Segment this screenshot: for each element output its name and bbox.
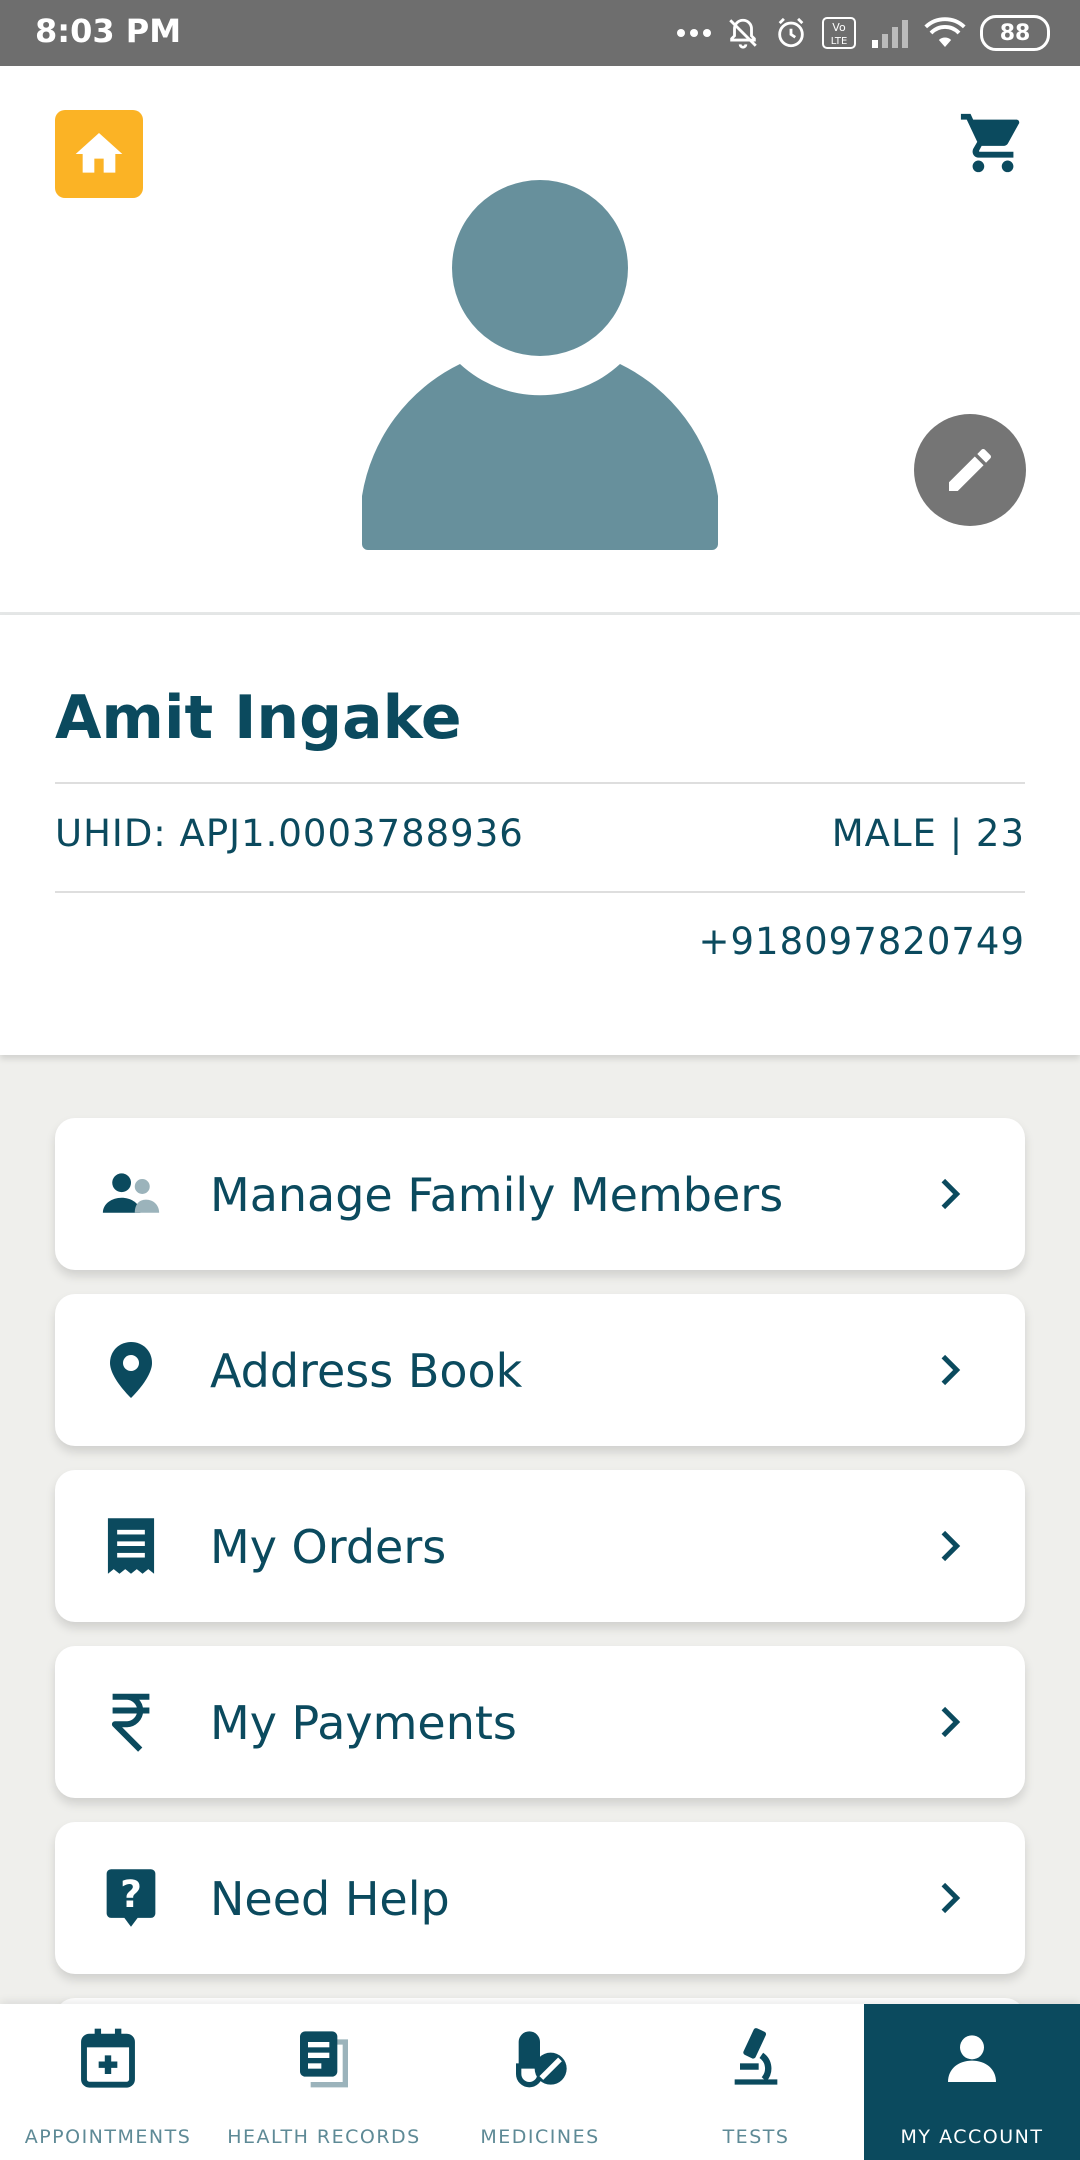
health-records-icon [300, 2031, 348, 2088]
chevron-right-icon [941, 1354, 961, 1386]
microscope-icon [734, 2028, 778, 2085]
tab-label: MY ACCOUNT [900, 2126, 1044, 2148]
tab-my-account[interactable]: MY ACCOUNT [864, 2004, 1080, 2160]
cart-icon [960, 113, 1020, 173]
help-icon: ? [101, 1868, 161, 1928]
rupee-icon [101, 1692, 161, 1752]
menu-label: Address Book [210, 1344, 523, 1398]
menu-item-my-payments[interactable]: My Payments [55, 1646, 1025, 1798]
menu-label: Need Help [210, 1872, 450, 1926]
svg-text:LTE: LTE [831, 36, 848, 47]
battery-level: 88 [999, 20, 1031, 46]
user-name: Amit Ingake [55, 683, 462, 753]
chevron-right-icon [941, 1178, 961, 1210]
status-icons: Vo LTE 88 [676, 10, 1050, 56]
volte-icon: Vo LTE [822, 17, 856, 49]
phone-number: +918097820749 [698, 920, 1025, 963]
home-icon [75, 133, 123, 173]
profile-header [0, 66, 1080, 615]
chevron-right-icon [941, 1530, 961, 1562]
profile-info-card: Amit Ingake UHID: APJ1.0003788936 MALE |… [0, 615, 1080, 1055]
svg-text:?: ? [120, 1872, 142, 1916]
chevron-right-icon [941, 1882, 961, 1914]
location-pin-icon [101, 1340, 161, 1400]
home-button[interactable] [55, 110, 143, 198]
tab-label: MEDICINES [480, 2126, 600, 2148]
status-bar: 8:03 PM Vo LTE 88 [0, 0, 1080, 66]
family-icon [101, 1164, 161, 1224]
tab-appointments[interactable]: APPOINTMENTS [0, 2004, 216, 2160]
menu-item-manage-family-members[interactable]: Manage Family Members [55, 1118, 1025, 1270]
tab-medicines[interactable]: MEDICINES [432, 2004, 648, 2160]
tab-label: TESTS [722, 2126, 790, 2148]
medicine-icon [516, 2031, 567, 2088]
alarm-icon [778, 17, 804, 48]
battery-indicator: 88 [980, 15, 1050, 51]
menu-item-my-orders[interactable]: My Orders [55, 1470, 1025, 1622]
signal-icon [872, 20, 908, 48]
uhid-text: UHID: APJ1.0003788936 [55, 812, 524, 855]
bottom-nav: APPOINTMENTS HEALTH RECORDS MEDICINES TE… [0, 2004, 1080, 2160]
menu-item-need-help[interactable]: ? Need Help [55, 1822, 1025, 1974]
tab-label: APPOINTMENTS [24, 2126, 192, 2148]
tab-label: HEALTH RECORDS [227, 2126, 421, 2148]
gender-age-text: MALE | 23 [831, 812, 1025, 855]
receipt-icon [101, 1516, 161, 1576]
more-dots-icon [677, 29, 711, 37]
avatar [362, 176, 718, 550]
chevron-right-icon [941, 1706, 961, 1738]
menu-item-address-book[interactable]: Address Book [55, 1294, 1025, 1446]
account-icon [948, 2035, 996, 2082]
calendar-plus-icon [81, 2028, 135, 2088]
status-time: 8:03 PM [35, 12, 182, 50]
mute-bell-icon [729, 18, 757, 49]
user-placeholder-icon [362, 180, 718, 550]
cart-button[interactable] [958, 108, 1028, 178]
pencil-icon [949, 448, 992, 491]
menu-label: My Payments [210, 1696, 517, 1750]
wifi-icon [924, 17, 966, 47]
menu-label: My Orders [210, 1520, 447, 1574]
tab-health-records[interactable]: HEALTH RECORDS [216, 2004, 432, 2160]
tab-tests[interactable]: TESTS [648, 2004, 864, 2160]
menu-label: Manage Family Members [210, 1168, 784, 1222]
svg-text:Vo: Vo [832, 21, 846, 34]
divider [55, 891, 1025, 893]
divider [55, 782, 1025, 784]
edit-profile-button[interactable] [914, 414, 1026, 526]
